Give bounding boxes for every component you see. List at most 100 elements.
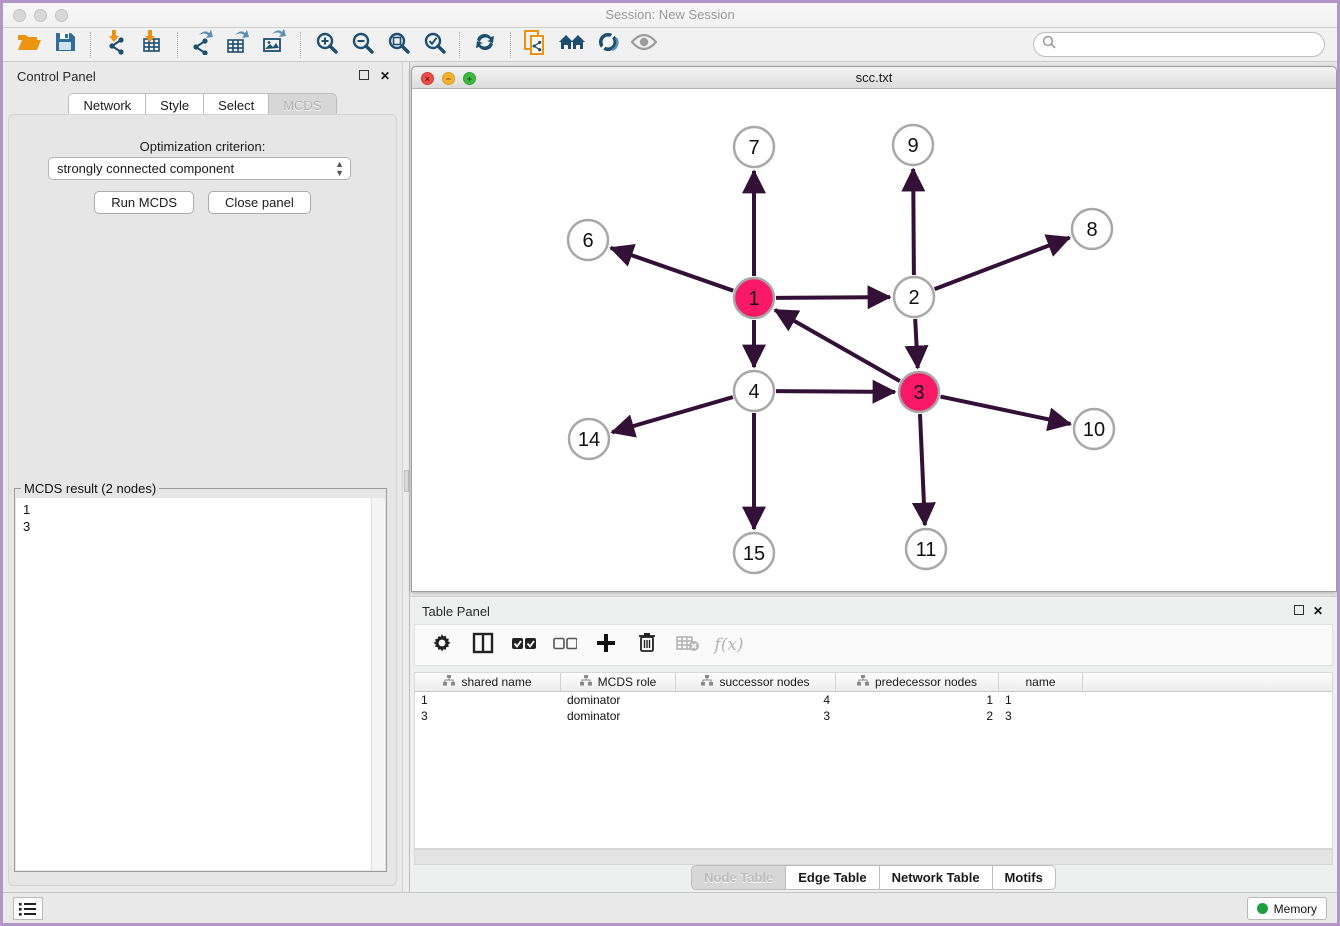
zoom-out-icon [351, 31, 374, 59]
status-bar: Memory [3, 892, 1337, 923]
refresh-network-button[interactable] [467, 30, 503, 60]
toolbar-separator [459, 32, 460, 58]
column-header-predecessor-nodes[interactable]: predecessor nodes [836, 673, 999, 691]
float-panel-icon[interactable] [359, 69, 369, 83]
add-column-button[interactable] [593, 632, 619, 658]
edge-2-3[interactable] [915, 319, 918, 368]
column-header-MCDS-role[interactable]: MCDS role [561, 673, 676, 691]
node-9[interactable]: 9 [893, 125, 933, 165]
result-scrollbar[interactable] [371, 498, 385, 870]
import-table-button[interactable] [134, 30, 170, 60]
optimization-label: Optimization criterion: [9, 139, 396, 154]
node-4[interactable]: 4 [734, 371, 774, 411]
annotations-button[interactable] [590, 30, 626, 60]
table-tabs: Node TableEdge TableNetwork TableMotifs [410, 865, 1337, 890]
node-11[interactable]: 11 [906, 529, 946, 569]
export-table-icon [226, 29, 252, 60]
function-builder-button[interactable]: f(x) [716, 632, 742, 658]
search-input[interactable] [1057, 35, 1324, 55]
node-2[interactable]: 2 [894, 277, 934, 317]
mcds-panel: Optimization criterion: strongly connect… [8, 114, 397, 886]
tab-edge-table[interactable]: Edge Table [786, 865, 879, 890]
node-label: 7 [748, 137, 759, 159]
column-header-name[interactable]: name [999, 673, 1083, 691]
unselect-all-rows-button[interactable] [552, 632, 578, 658]
divider-grip[interactable] [404, 470, 409, 492]
zoom-in-button[interactable] [308, 30, 344, 60]
export-image-button[interactable] [257, 30, 293, 60]
delete-column-button[interactable] [634, 632, 660, 658]
node-1[interactable]: 1 [734, 278, 774, 318]
run-mcds-button[interactable]: Run MCDS [94, 191, 194, 214]
table-row[interactable]: 1dominator411 [415, 692, 1332, 708]
zoom-fit-button[interactable] [380, 30, 416, 60]
export-network-button[interactable] [185, 30, 221, 60]
edge-2-8[interactable] [935, 238, 1070, 290]
edge-3-10[interactable] [941, 397, 1071, 424]
chevron-updown-icon: ▲▼ [335, 160, 344, 178]
table-row[interactable]: 3dominator323 [415, 708, 1332, 724]
node-8[interactable]: 8 [1072, 209, 1112, 249]
table-cell: 4 [676, 692, 836, 708]
zoom-out-button[interactable] [344, 30, 380, 60]
zoom-selected-icon [423, 31, 446, 59]
network-from-selection-button[interactable] [518, 30, 554, 60]
edge-4-3[interactable] [776, 391, 895, 392]
edge-2-9[interactable] [913, 169, 914, 275]
network-canvas[interactable]: 7 9 6 8 1 2 4 3 14 10 15 11 [412, 89, 1336, 591]
home-button[interactable] [554, 30, 590, 60]
tab-node-table[interactable]: Node Table [691, 865, 786, 890]
table-cell: 2 [836, 708, 999, 724]
edge-3-11[interactable] [920, 414, 925, 525]
memory-status-dot [1257, 903, 1268, 914]
export-table-button[interactable] [221, 30, 257, 60]
open-session-button[interactable] [11, 30, 47, 60]
edge-4-14[interactable] [612, 397, 733, 432]
panel-divider[interactable] [402, 62, 410, 892]
close-table-panel-icon[interactable]: ✕ [1313, 604, 1323, 618]
network-window-titlebar[interactable]: × − + scc.txt [412, 67, 1336, 89]
node-3[interactable]: 3 [899, 372, 939, 412]
result-line: 3 [23, 518, 371, 535]
float-table-panel-icon[interactable] [1294, 604, 1304, 618]
node-7[interactable]: 7 [734, 127, 774, 167]
node-15[interactable]: 15 [734, 533, 774, 573]
tab-motifs[interactable]: Motifs [993, 865, 1056, 890]
zoom-selected-button[interactable] [416, 30, 452, 60]
select-all-rows-button[interactable] [511, 632, 537, 658]
node-label: 11 [916, 539, 937, 561]
import-network-button[interactable] [98, 30, 134, 60]
close-panel-button[interactable]: Close panel [208, 191, 311, 214]
edge-1-2[interactable] [776, 297, 890, 298]
close-panel-icon[interactable]: ✕ [380, 69, 390, 83]
network-window: × − + scc.txt 7 9 6 8 1 2 4 3 14 10 15 11 [411, 66, 1337, 592]
node-14[interactable]: 14 [569, 419, 609, 459]
column-header-shared-name[interactable]: shared name [415, 673, 561, 691]
settings-gear-button[interactable] [429, 632, 455, 658]
table-cell: 1 [415, 692, 561, 708]
memory-label: Memory [1274, 902, 1317, 916]
delete-table-button[interactable] [675, 632, 701, 658]
table-hscrollbar[interactable] [414, 849, 1333, 865]
node-10[interactable]: 10 [1074, 409, 1114, 449]
search-box[interactable] [1033, 32, 1325, 57]
node-6[interactable]: 6 [568, 220, 608, 260]
tab-network-table[interactable]: Network Table [880, 865, 993, 890]
toolbar-separator [300, 32, 301, 58]
delete-column-icon [638, 632, 656, 658]
save-session-button[interactable] [47, 30, 83, 60]
optimization-dropdown[interactable]: strongly connected component ▲▼ [48, 157, 351, 180]
edge-3-1[interactable] [775, 310, 900, 381]
table-cell: 1 [999, 692, 1083, 708]
home-icon [558, 31, 586, 58]
network-graph[interactable]: 7 9 6 8 1 2 4 3 14 10 15 11 [412, 89, 1336, 591]
show-hide-button[interactable] [626, 30, 662, 60]
node-table[interactable]: shared nameMCDS rolesuccessor nodesprede… [414, 672, 1333, 849]
memory-button[interactable]: Memory [1247, 897, 1327, 920]
mcds-result-list[interactable]: 13 [16, 498, 371, 870]
add-column-icon [596, 633, 616, 658]
column-chooser-button[interactable] [470, 632, 496, 658]
edge-1-6[interactable] [611, 248, 734, 291]
column-header-successor-nodes[interactable]: successor nodes [676, 673, 836, 691]
task-history-button[interactable] [13, 897, 43, 920]
